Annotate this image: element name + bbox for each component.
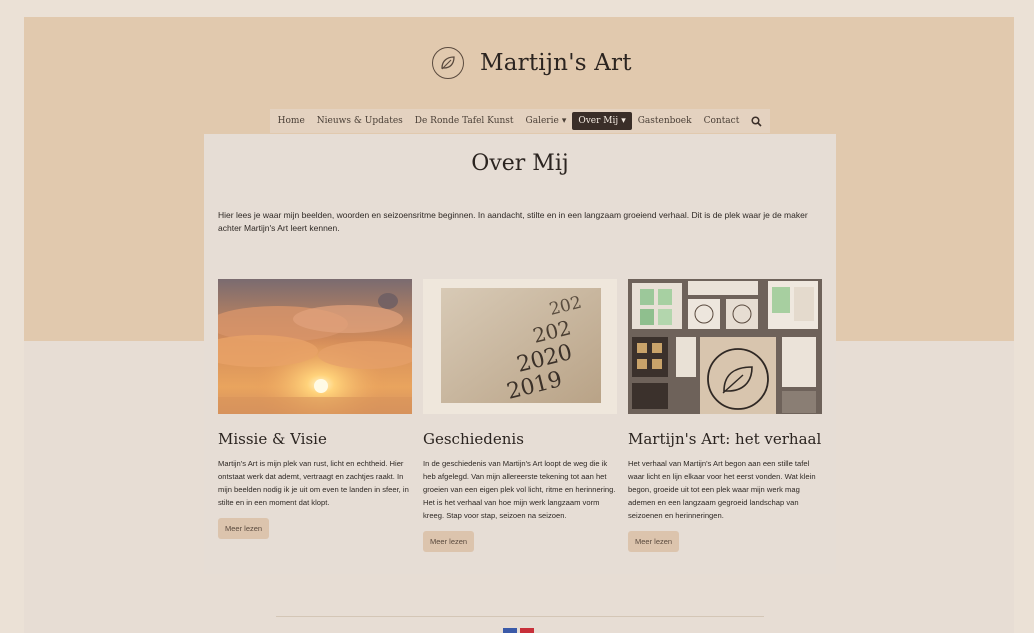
read-more-button[interactable]: Meer lezen xyxy=(628,531,680,552)
read-more-button[interactable]: Meer lezen xyxy=(423,531,475,552)
calendar-years-image[interactable]: 202 202 2020 2019 xyxy=(423,279,617,414)
search-icon[interactable] xyxy=(745,115,768,127)
page-frame: Martijn's Art Home Nieuws & Updates De R… xyxy=(24,17,1014,633)
chevron-down-icon: ▾ xyxy=(561,116,567,126)
card-title: Missie & Visie xyxy=(218,430,327,448)
main-content: Over Mij Hier lees je waar mijn beelden,… xyxy=(204,134,836,574)
card-missie-visie: Missie & Visie Martijn's Art is mijn ple… xyxy=(218,279,412,539)
read-more-button[interactable]: Meer lezen xyxy=(218,518,270,539)
card-text: Het verhaal van Martijn's Art begon aan … xyxy=(628,459,816,520)
nav-item-home[interactable]: Home xyxy=(272,112,311,130)
sunset-image[interactable] xyxy=(218,279,412,414)
card-het-verhaal: Martijn's Art: het verhaal Het verhaal v… xyxy=(628,279,822,552)
flag-icon[interactable] xyxy=(503,628,517,633)
nav-item-ronde-tafel[interactable]: De Ronde Tafel Kunst xyxy=(409,112,520,130)
page-title: Over Mij xyxy=(471,151,569,176)
footer-divider xyxy=(276,616,764,617)
flag-icon[interactable] xyxy=(520,628,534,633)
site-title: Martijn's Art xyxy=(480,50,632,76)
card-text: In de geschiedenis van Martijn's Art loo… xyxy=(423,459,616,520)
nav-item-over-mij[interactable]: Over Mij ▾ xyxy=(572,112,632,130)
nav-item-nieuws[interactable]: Nieuws & Updates xyxy=(311,112,409,130)
stationery-image[interactable] xyxy=(628,279,822,414)
site-logo[interactable]: Martijn's Art xyxy=(432,45,632,81)
nav-item-gastenboek[interactable]: Gastenboek xyxy=(632,112,698,130)
card-text: Martijn's Art is mijn plek van rust, lic… xyxy=(218,459,409,507)
nav-item-contact[interactable]: Contact xyxy=(698,112,746,130)
chevron-down-icon: ▾ xyxy=(621,116,626,126)
card-title: Martijn's Art: het verhaal xyxy=(628,430,822,448)
main-nav: Home Nieuws & Updates De Ronde Tafel Kun… xyxy=(270,109,770,133)
leaf-logo-icon xyxy=(432,47,464,79)
card-geschiedenis: 202 202 2020 2019 Geschiedenis In de ges… xyxy=(423,279,617,552)
intro-text: Hier lees je waar mijn beelden, woorden … xyxy=(218,210,808,233)
language-flags[interactable] xyxy=(503,628,534,633)
card-title: Geschiedenis xyxy=(423,430,524,448)
nav-item-galerie[interactable]: Galerie ▾ xyxy=(520,112,573,130)
